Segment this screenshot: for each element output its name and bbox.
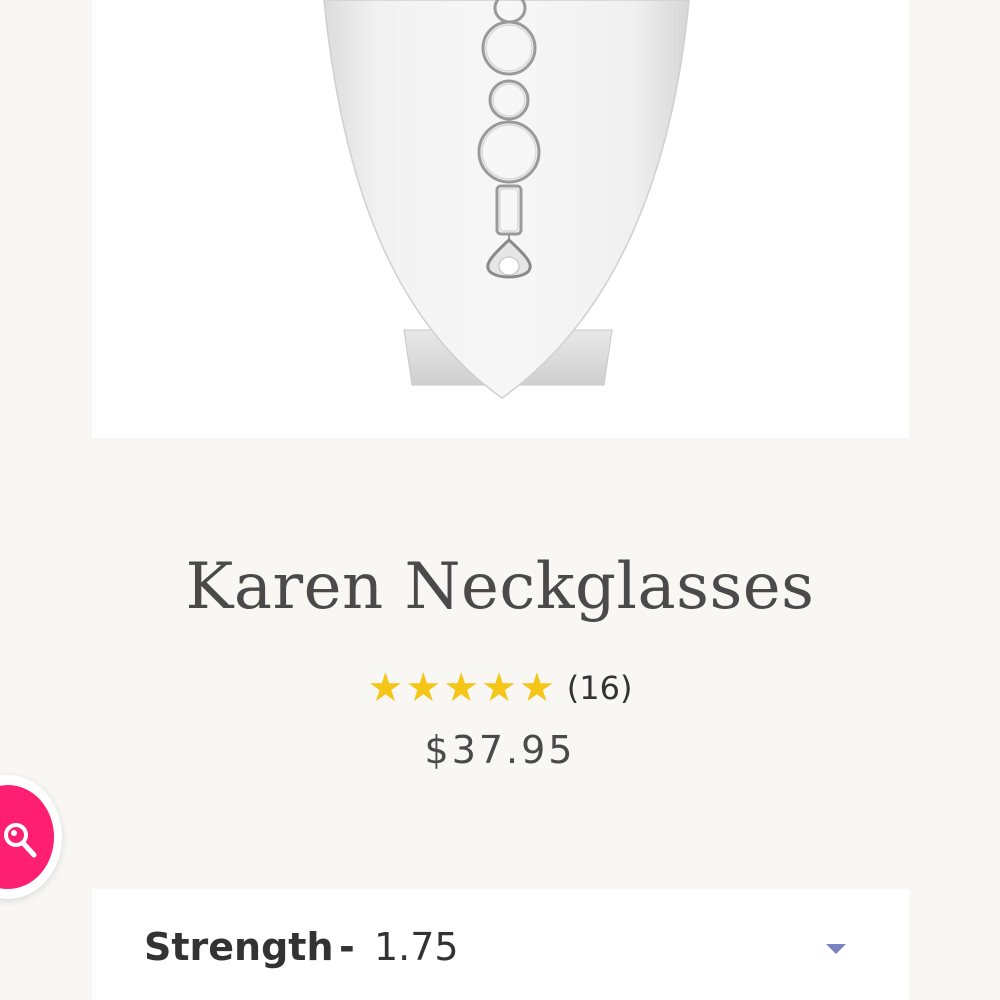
star-icon: ★ [481,666,517,710]
search-button-circle [0,785,54,889]
necklace-display-illustration [323,0,690,399]
product-page: Karen Neckglasses ★ ★ ★ ★ ★ (16) $37.95 … [0,0,1000,1000]
star-icon: ★ [518,666,555,710]
star-icon: ★ [405,666,442,710]
star-rating: ★ ★ ★ ★ ★ [368,664,555,712]
strength-label: Strength [144,925,334,969]
star-icon: ★ [367,666,404,710]
chevron-down-icon[interactable] [826,944,846,954]
product-image[interactable] [92,0,909,438]
strength-selector[interactable]: Strength - 1.75 [92,889,909,1000]
review-count[interactable]: (16) [567,664,633,712]
product-title: Karen Neckglasses [185,550,815,624]
star-icon: ★ [443,666,480,710]
strength-separator: - [339,925,355,969]
product-price: $37.95 [424,728,576,772]
search-button[interactable] [0,775,62,899]
strength-value: 1.75 [374,925,459,969]
rating-row[interactable]: ★ ★ ★ ★ ★ (16) [0,664,1000,712]
search-icon [4,823,37,858]
